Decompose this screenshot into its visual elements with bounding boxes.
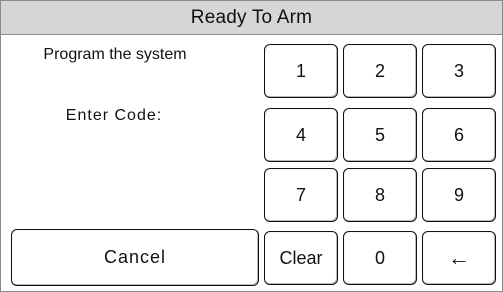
key-1-label: 1 (295, 60, 306, 81)
backspace-button[interactable]: ← (422, 231, 496, 285)
key-3-button[interactable]: 3 (422, 44, 496, 98)
key-1-button[interactable]: 1 (264, 44, 338, 98)
title-bar: Ready To Arm (1, 1, 502, 35)
keypad-screen: Ready To Arm Program the system Enter Co… (0, 0, 503, 292)
key-9-label: 9 (453, 184, 464, 205)
cancel-label: Cancel (103, 247, 167, 267)
key-9-button[interactable]: 9 (422, 168, 496, 222)
key-8-button[interactable]: 8 (343, 168, 417, 222)
key-5-label: 5 (374, 124, 385, 145)
key-5-button[interactable]: 5 (343, 108, 417, 162)
key-6-button[interactable]: 6 (422, 108, 496, 162)
key-8-label: 8 (374, 184, 385, 205)
key-2-button[interactable]: 2 (343, 44, 417, 98)
cancel-button[interactable]: Cancel (11, 229, 259, 286)
key-0-label: 0 (374, 247, 385, 268)
clear-label: Clear (279, 247, 323, 268)
page-title: Ready To Arm (190, 6, 313, 28)
left-arrow-icon: ← (448, 245, 470, 270)
key-2-label: 2 (374, 60, 385, 81)
program-system-text: Program the system (43, 46, 187, 63)
key-6-label: 6 (453, 124, 464, 145)
key-7-button[interactable]: 7 (264, 168, 338, 222)
key-7-label: 7 (295, 184, 306, 205)
key-0-button[interactable]: 0 (343, 231, 417, 285)
key-4-button[interactable]: 4 (264, 108, 338, 162)
key-3-label: 3 (453, 60, 464, 81)
key-4-label: 4 (295, 124, 306, 145)
enter-code-label: Enter Code: (65, 107, 163, 124)
clear-button[interactable]: Clear (264, 231, 338, 285)
